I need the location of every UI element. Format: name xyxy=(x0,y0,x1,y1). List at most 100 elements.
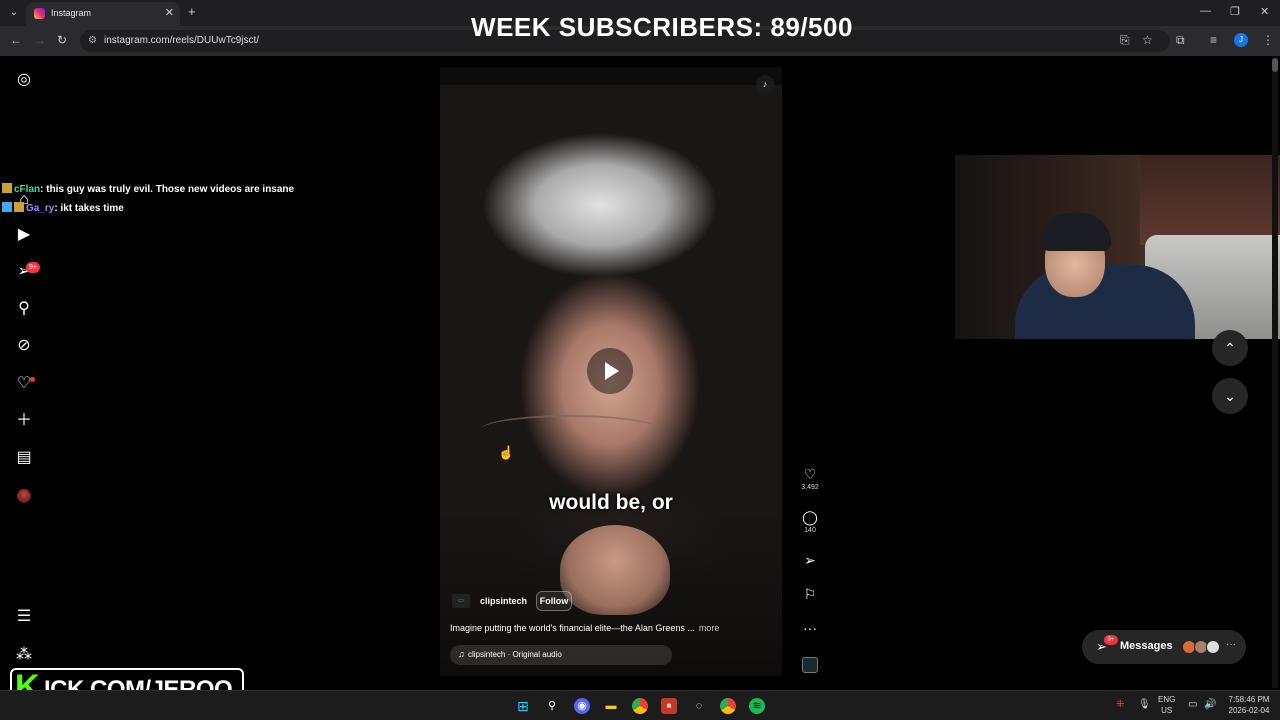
clock[interactable]: 7:58:46 PM 2026-02-04 xyxy=(1224,694,1274,716)
messages-badge: 9+ xyxy=(1104,635,1118,645)
also-from-meta-icon[interactable]: ⁂ xyxy=(14,645,34,665)
dashboard-icon[interactable]: ▤ xyxy=(14,448,34,468)
creator-avatar[interactable]: ▭ xyxy=(452,594,470,608)
creator-name[interactable]: clipsintech xyxy=(480,596,527,606)
browser-menu-icon[interactable]: ⋮ xyxy=(1262,33,1274,47)
chat-text: : this guy was truly evil. Those new vid… xyxy=(40,184,295,195)
chrome-icon[interactable] xyxy=(632,698,648,714)
more-dots-icon[interactable]: ··· xyxy=(800,620,820,636)
discord-icon[interactable]: ◉ xyxy=(574,698,590,714)
streamer-webcam xyxy=(955,155,1280,339)
messages-pill[interactable]: ➢ 9+ Messages ··· xyxy=(1082,630,1246,664)
scrollbar-thumb[interactable] xyxy=(1272,58,1278,72)
share-icon[interactable]: ➢ xyxy=(800,552,820,568)
comment-count: 140 xyxy=(804,527,816,534)
obs-icon[interactable]: ◌ xyxy=(691,698,707,714)
video-hands-shape xyxy=(560,525,670,615)
explore-compass-icon[interactable]: ⊘ xyxy=(14,336,34,356)
page-scrollbar[interactable] xyxy=(1272,58,1278,688)
video-subtitle: would be, or xyxy=(549,491,673,514)
description-text: Imagine putting the world's financial el… xyxy=(450,623,695,633)
clock-date: 2026-02-04 xyxy=(1228,706,1270,715)
restore-icon[interactable]: ❐ xyxy=(1230,5,1240,18)
tab-search-icon[interactable]: ⌄ xyxy=(6,5,22,21)
messages-label: Messages xyxy=(1120,640,1173,652)
subscriber-goal-overlay: WEEK SUBSCRIBERS: 89/500 xyxy=(471,12,853,42)
more-menu-icon[interactable]: ☰ xyxy=(14,607,34,627)
audio-thumbnail[interactable] xyxy=(802,657,818,673)
next-reel-button[interactable]: ⌄ xyxy=(1212,378,1248,414)
chat-message: Ga_ry: ikt takes time xyxy=(2,202,124,214)
file-explorer-icon[interactable]: ▬ xyxy=(603,698,619,714)
tab-title: Instagram xyxy=(51,8,92,18)
browser-tab-instagram[interactable]: Instagram ✕ xyxy=(26,2,180,26)
taskbar-search-icon[interactable]: ⚲ xyxy=(544,698,560,714)
app-icon[interactable]: ▦ xyxy=(661,698,677,714)
more-link[interactable]: more xyxy=(699,623,720,633)
forward-icon[interactable]: → xyxy=(34,33,46,47)
bookmark-star-icon[interactable]: ☆ xyxy=(1142,33,1153,47)
language-indicator[interactable]: ENG US xyxy=(1158,694,1175,716)
notification-dot xyxy=(30,377,35,382)
volume-icon[interactable]: ♪ xyxy=(756,75,774,93)
new-tab-icon[interactable]: + xyxy=(188,4,196,19)
language-code: ENG xyxy=(1158,695,1176,704)
back-icon[interactable]: ← xyxy=(10,33,22,47)
heart-icon[interactable]: ♡ xyxy=(800,466,820,482)
display-icon[interactable]: ▭ xyxy=(1188,699,1197,710)
play-button[interactable] xyxy=(587,348,633,394)
audio-pill[interactable]: ♫ clipsintech · Original audio xyxy=(450,645,672,665)
follow-button[interactable]: Follow xyxy=(536,591,572,611)
like-action[interactable]: ♡ 3,492 xyxy=(800,466,820,491)
like-count: 3,492 xyxy=(801,484,819,491)
windows-start-icon[interactable]: ⊞ xyxy=(515,698,531,714)
webcam-background-window xyxy=(1140,155,1280,245)
tray-app-icon[interactable]: ⁜ xyxy=(1116,699,1124,710)
webcam-beanie xyxy=(1041,213,1111,251)
site-info-icon[interactable]: ⚙ xyxy=(88,35,97,46)
url-text[interactable]: instagram.com/reels/DUUwTc9jsct/ xyxy=(104,35,259,46)
profile-avatar[interactable]: J xyxy=(1234,33,1248,47)
video-glasses-shape xyxy=(480,415,660,445)
chrome-active-icon[interactable] xyxy=(720,698,736,714)
tab-close-icon[interactable]: ✕ xyxy=(165,6,174,19)
media-control-icon[interactable]: ≡ xyxy=(1210,33,1217,47)
clock-time: 7:58:46 PM xyxy=(1228,695,1270,704)
search-icon[interactable]: ⚲ xyxy=(14,299,34,319)
reel-player[interactable]: ♪ would be, or ▭ clipsintech Follow Imag… xyxy=(440,67,782,676)
minimize-icon[interactable]: — xyxy=(1200,5,1211,17)
reload-icon[interactable]: ↻ xyxy=(57,33,67,47)
save-action[interactable]: ⚐ xyxy=(800,586,820,602)
bookmark-icon[interactable]: ⚐ xyxy=(800,586,820,602)
play-icon xyxy=(605,362,619,380)
share-action[interactable]: ➢ xyxy=(800,552,820,568)
region-code: US xyxy=(1161,706,1173,715)
audio-label: clipsintech · Original audio xyxy=(468,650,562,659)
comment-action[interactable]: ◯ 140 xyxy=(800,509,820,534)
reel-description: Imagine putting the world's financial el… xyxy=(450,623,719,633)
reels-icon[interactable]: ▶ xyxy=(14,225,34,245)
instagram-logo-icon[interactable]: ◎ xyxy=(14,70,34,90)
microphone-icon[interactable]: 🎙 xyxy=(1138,699,1151,710)
music-note-icon: ♫ xyxy=(458,649,465,659)
previous-reel-button[interactable]: ⌃ xyxy=(1212,330,1248,366)
mouse-cursor-icon: ☝ xyxy=(498,445,515,460)
create-plus-icon[interactable]: ＋ xyxy=(14,411,34,431)
message-avatar xyxy=(1206,640,1220,654)
chat-badge-icon xyxy=(14,202,24,212)
chat-badge-icon xyxy=(2,202,12,212)
install-app-icon[interactable]: ⎘ xyxy=(1120,33,1130,48)
chat-username: Ga_ry xyxy=(26,203,55,214)
chat-badge-icon xyxy=(2,183,12,193)
profile-avatar-sidebar[interactable] xyxy=(17,489,31,503)
more-options[interactable]: ··· xyxy=(800,620,820,636)
messages-badge: 9+ xyxy=(26,262,40,273)
webcam-person-body xyxy=(1015,265,1195,339)
window-close-icon[interactable]: ✕ xyxy=(1260,5,1269,18)
windows-taskbar: ⊞ ⚲ ◉ ▬ ▦ ◌ ≋ ⁜ 🎙 ENG US ▭ 🔊 7:58:46 PM … xyxy=(0,690,1280,720)
volume-tray-icon[interactable]: 🔊 xyxy=(1204,699,1216,710)
extensions-icon[interactable]: ⧉ xyxy=(1176,33,1185,48)
spotify-icon[interactable]: ≋ xyxy=(749,698,765,714)
comment-icon[interactable]: ◯ xyxy=(800,509,820,525)
chat-text: : ikt takes time xyxy=(54,203,124,214)
